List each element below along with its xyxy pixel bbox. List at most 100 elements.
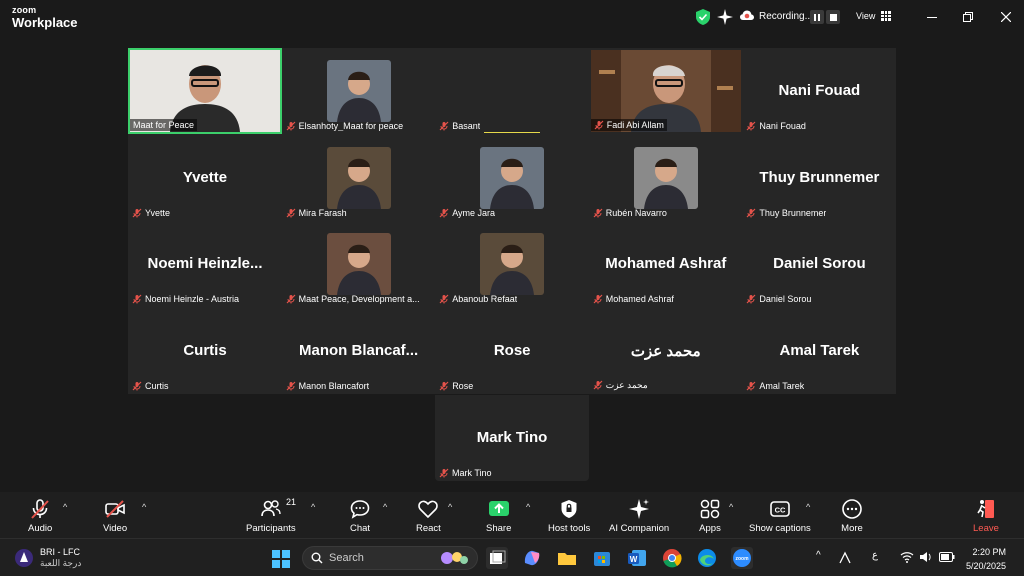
gallery-view: Maat for Peace Elsanhoty_Maat for peace Ba… <box>128 48 897 394</box>
participant-tile[interactable]: Manon Blancaf... Manon Blancafort <box>281 307 436 394</box>
participant-name: Rose <box>452 380 474 391</box>
share-options-caret[interactable]: ^ <box>526 502 530 512</box>
participant-tile[interactable]: Maat Peace, Development a... <box>281 221 436 307</box>
show-captions-button[interactable]: CC Show captions <box>749 498 811 534</box>
microsoft-store-icon[interactable] <box>591 547 613 569</box>
mic-muted-icon <box>31 499 49 519</box>
news-widget[interactable]: BRI - LFC درجة اللعبة <box>14 547 81 569</box>
windows-start-icon[interactable] <box>272 550 290 568</box>
participant-name-label: Fadi Abi Allam <box>590 119 667 131</box>
participant-name: Maat Peace, Development a... <box>298 294 420 304</box>
wifi-icon[interactable] <box>900 551 914 563</box>
ai-companion-sparkle-icon[interactable] <box>717 9 733 25</box>
participants-options-caret[interactable]: ^ <box>311 502 315 512</box>
participant-tile[interactable]: Daniel Sorou Daniel Sorou <box>742 221 897 307</box>
chat-options-caret[interactable]: ^ <box>383 502 387 512</box>
mic-muted-icon <box>439 208 449 217</box>
participant-tile[interactable]: Rubén Navarro <box>588 134 743 221</box>
search-placeholder: Search <box>329 552 364 564</box>
participant-tile[interactable]: Thuy Brunnemer Thuy Brunnemer <box>742 134 897 221</box>
recording-indicator[interactable]: Recording... <box>740 10 813 22</box>
sports-team-logo-icon <box>15 549 33 567</box>
video-button[interactable]: Video <box>103 498 127 534</box>
network-location-icon[interactable] <box>838 551 852 565</box>
audio-options-caret[interactable]: ^ <box>63 502 67 512</box>
mic-muted-icon <box>594 120 604 130</box>
participant-tile[interactable]: Noemi Heinzle... Noemi Heinzle - Austria <box>128 221 282 307</box>
more-dots-icon <box>842 499 862 519</box>
captions-options-caret[interactable]: ^ <box>806 502 810 512</box>
participant-tile[interactable]: Mira Farash <box>281 134 436 221</box>
restore-icon <box>963 12 973 22</box>
participant-name-label: Manon Blancafort <box>286 381 369 391</box>
participant-tile[interactable]: Maat for Peace <box>128 48 282 134</box>
video-label: Video <box>103 523 128 534</box>
input-language-indicator[interactable]: ع <box>872 550 878 561</box>
edge-icon[interactable] <box>696 547 718 569</box>
chat-button[interactable]: Chat <box>349 498 371 534</box>
participants-label: Participants <box>246 523 296 534</box>
minimize-icon <box>927 16 937 18</box>
mic-muted-icon <box>593 208 603 217</box>
participant-avatar <box>633 146 698 209</box>
search-highlight-icon <box>441 552 468 564</box>
leave-button[interactable]: Leave <box>973 498 999 534</box>
participant-tile[interactable]: Basant <box>435 48 590 134</box>
mic-muted-icon <box>746 294 756 304</box>
video-options-caret[interactable]: ^ <box>142 502 146 512</box>
participant-name-label: Nani Fouad <box>746 121 806 131</box>
participant-tile[interactable]: Amal Tarek Amal Tarek <box>742 307 897 394</box>
zoom-app-icon[interactable]: zoom <box>731 547 753 569</box>
taskbar-search-box[interactable]: Search <box>302 546 478 570</box>
stop-recording-button[interactable] <box>826 10 840 24</box>
share-screen-icon <box>488 501 509 516</box>
participant-name: Amal Tarek <box>759 380 805 391</box>
battery-icon[interactable] <box>939 552 955 562</box>
apps-button[interactable]: Apps <box>699 498 721 534</box>
speaker-icon[interactable] <box>919 551 933 563</box>
task-view-icon[interactable] <box>486 547 508 569</box>
host-tools-label: Host tools <box>548 523 591 534</box>
share-button[interactable]: Share <box>486 498 511 534</box>
more-button[interactable]: More <box>841 498 863 534</box>
show-captions-label: Show captions <box>749 523 811 534</box>
restore-button[interactable] <box>958 8 978 26</box>
react-button[interactable]: React <box>416 498 441 534</box>
participant-tile-mark-tino[interactable]: Mark Tino Mark Tino <box>435 395 589 481</box>
pause-recording-button[interactable] <box>810 10 824 24</box>
file-explorer-icon[interactable] <box>556 547 578 569</box>
show-hidden-icons-chevron[interactable]: ^ <box>816 550 821 561</box>
participant-tile[interactable]: Abanoub Refaat <box>435 221 590 307</box>
participant-tile[interactable]: Ayme Jara <box>435 134 590 221</box>
system-clock[interactable]: 2:20 PM 5/20/2025 <box>966 545 1006 573</box>
close-window-button[interactable] <box>996 8 1016 26</box>
minimize-button[interactable] <box>922 8 942 26</box>
view-label: View <box>856 11 876 21</box>
ai-sparkle-icon <box>629 499 650 519</box>
close-icon <box>1001 12 1011 22</box>
copilot-icon[interactable] <box>521 547 543 569</box>
participant-tile[interactable]: Yvette Yvette <box>128 134 282 221</box>
host-tools-button[interactable]: Host tools <box>548 498 590 534</box>
participant-tile[interactable]: Nani Fouad Nani Fouad <box>742 48 897 134</box>
view-button[interactable]: View <box>856 11 891 21</box>
participant-tile[interactable]: محمد عزت محمد عزت <box>588 307 743 394</box>
react-options-caret[interactable]: ^ <box>448 502 452 512</box>
mic-muted-icon <box>286 121 296 131</box>
word-icon[interactable]: W <box>626 547 648 569</box>
participant-tile[interactable]: Mohamed Ashraf Mohamed Ashraf <box>588 221 743 307</box>
mic-muted-icon <box>746 121 756 131</box>
participant-tile[interactable]: Curtis Curtis <box>128 307 282 394</box>
participant-tile[interactable]: Rose Rose <box>435 307 590 394</box>
participant-tile[interactable]: Fadi Abi Allam <box>588 48 743 134</box>
leave-label: Leave <box>973 523 999 534</box>
windows-taskbar: BRI - LFC درجة اللعبة Search W zoom ^ ع … <box>0 538 1024 576</box>
audio-button[interactable]: Audio <box>28 498 52 534</box>
participant-name: Fadi Abi Allam <box>606 120 664 130</box>
ai-companion-button[interactable]: AI Companion <box>609 498 669 534</box>
participant-tile[interactable]: Elsanhoty_Maat for peace <box>281 48 436 134</box>
encryption-shield-icon[interactable] <box>696 9 710 25</box>
zoom-logo: zoom Workplace <box>12 6 78 30</box>
apps-options-caret[interactable]: ^ <box>729 502 733 512</box>
chrome-icon[interactable] <box>661 547 683 569</box>
